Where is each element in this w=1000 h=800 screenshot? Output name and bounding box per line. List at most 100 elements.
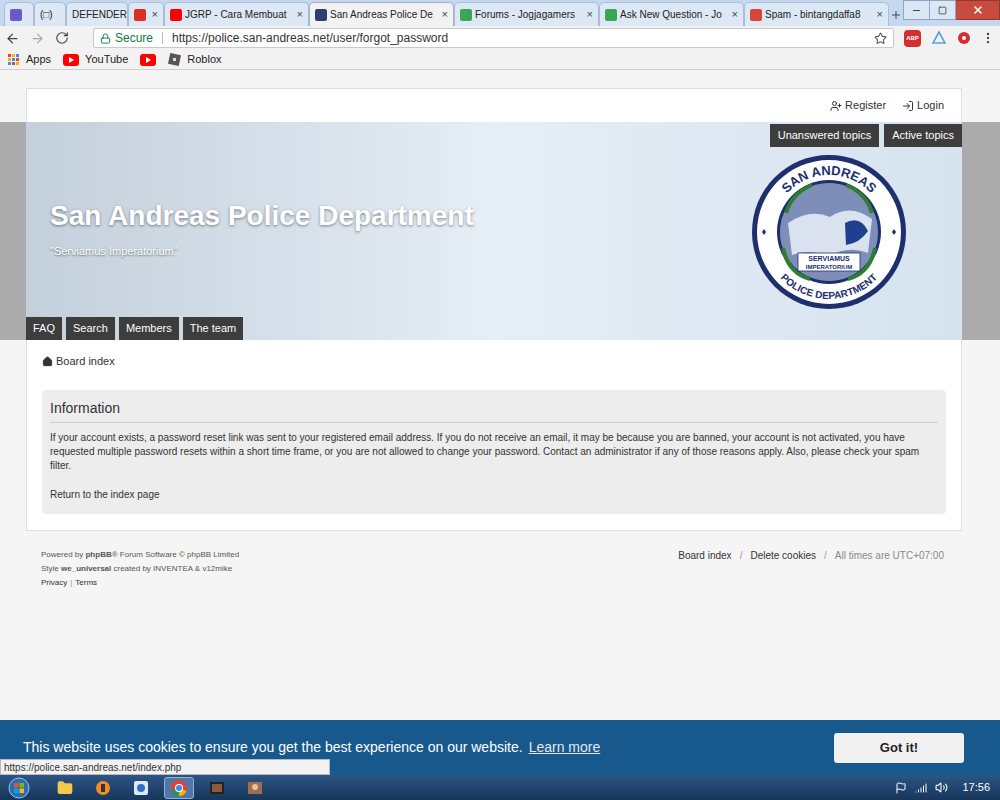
tab-close-button[interactable]: × <box>442 9 448 20</box>
home-icon <box>42 356 53 367</box>
extension-icon[interactable] <box>931 30 947 46</box>
window-controls <box>903 0 1000 20</box>
new-tab-button[interactable] <box>889 4 903 26</box>
browser-tab[interactable]: San Andreas Police De× <box>309 2 454 26</box>
tab-favicon-icon <box>170 9 182 21</box>
windows-orb-icon <box>8 777 30 799</box>
terms-link[interactable]: Terms <box>75 576 97 590</box>
browser-tab[interactable]: JGRP - Cara Membuat× <box>164 2 309 26</box>
fl-studio-icon <box>95 780 111 796</box>
back-icon[interactable] <box>5 31 20 46</box>
bookmark[interactable] <box>137 51 159 69</box>
extension-red-icon[interactable] <box>957 31 971 45</box>
action-center-icon[interactable] <box>895 782 907 794</box>
menu-icon[interactable] <box>981 31 995 45</box>
browser-tab[interactable]: (□) <box>34 2 66 26</box>
tab-title: DEFENDER <box>72 7 122 22</box>
taskbar-app[interactable] <box>88 777 118 799</box>
nav-button[interactable]: Search <box>66 317 115 340</box>
login-icon <box>902 100 914 112</box>
site-motto: "Serviamus Imperatorium" <box>50 243 474 260</box>
web-page: Register Login Unanswered topicsActive top… <box>0 70 1000 775</box>
register-link[interactable]: Register <box>830 97 886 114</box>
network-icon[interactable] <box>915 782 927 794</box>
return-link[interactable]: Return to the index page <box>50 487 938 502</box>
browser-tab[interactable]: DEFENDER <box>66 2 128 26</box>
media-icon <box>209 780 225 796</box>
abp-extension[interactable]: ABP <box>904 30 921 47</box>
minimize-button[interactable] <box>903 0 930 20</box>
bookmark[interactable]: Roblox <box>165 51 224 69</box>
tab-close-button[interactable]: × <box>732 9 738 20</box>
roblox-icon <box>168 53 181 66</box>
nav-button[interactable]: FAQ <box>26 317 62 340</box>
bookmarks-bar: Apps YouTube Roblox <box>0 50 1000 70</box>
reload-icon[interactable] <box>55 31 69 45</box>
content-box: Board index InformationIf your account ex… <box>26 340 962 531</box>
maximize-button[interactable] <box>930 0 956 20</box>
breadcrumb[interactable]: Board index <box>42 353 946 369</box>
tab-title: Forums - Jogjagamers <box>475 7 584 22</box>
address-divider <box>162 32 163 44</box>
browser-tab[interactable]: Forums - Jogjagamers× <box>454 2 599 26</box>
tab-favicon-icon <box>134 9 146 21</box>
taskbar-app[interactable] <box>126 777 156 799</box>
tab-close-button[interactable]: × <box>152 9 158 20</box>
learn-more-link[interactable]: Learn more <box>529 737 601 758</box>
tab-close-button[interactable]: × <box>877 9 883 20</box>
tab-favicon-icon <box>605 9 617 21</box>
start-button[interactable] <box>6 777 32 799</box>
address-bar[interactable]: Securehttps://police.san-andreas.net/use… <box>93 28 894 48</box>
privacy-link[interactable]: Privacy <box>41 576 67 590</box>
quick-link-button[interactable]: Active topics <box>884 124 962 147</box>
toolbar: Securehttps://police.san-andreas.net/use… <box>0 26 1000 50</box>
style-credit: Style we_universal created by INVENTEA &… <box>41 562 239 576</box>
delete-cookies-link[interactable]: Delete cookies <box>750 548 816 563</box>
browser-tab[interactable]: Spam - bintangdaffa8× <box>744 2 889 26</box>
bookmark-star-icon[interactable] <box>874 32 887 45</box>
bookmark[interactable]: Apps <box>5 51 54 69</box>
svg-text:SERVIAMUS: SERVIAMUS <box>808 255 850 262</box>
screen: (□)DEFENDER×JGRP - Cara Membuat×San Andr… <box>0 0 1000 800</box>
login-link[interactable]: Login <box>902 97 944 114</box>
taskbar-app[interactable] <box>164 777 194 799</box>
youtube-icon <box>63 54 79 66</box>
powered-by: Powered by phpBB® Forum Software © phpBB… <box>41 548 239 562</box>
footer-board-index[interactable]: Board index <box>678 548 731 563</box>
bookmark-label: Apps <box>26 51 51 68</box>
taskbar-app[interactable] <box>240 777 270 799</box>
volume-icon[interactable] <box>935 781 948 794</box>
close-button[interactable] <box>956 0 1000 20</box>
footer-separator: / <box>824 548 827 563</box>
url: https://police.san-andreas.net/user/forg… <box>172 29 448 47</box>
maximize-icon <box>938 6 947 15</box>
browser-tab[interactable] <box>4 2 34 26</box>
clock[interactable]: 17:56 <box>962 779 990 796</box>
info-panel: InformationIf your account exists, a pas… <box>42 390 946 514</box>
svg-text:POLICE DEPARTMENT: POLICE DEPARTMENT <box>779 272 879 301</box>
got-it-button[interactable]: Got it! <box>834 733 964 763</box>
apps-grid-icon <box>8 54 20 66</box>
quick-link-button[interactable]: Unanswered topics <box>770 124 880 147</box>
banner: Unanswered topicsActive topicsSan Andrea… <box>26 122 962 340</box>
nav-button[interactable]: Members <box>119 317 179 340</box>
taskbar-app[interactable] <box>50 777 80 799</box>
bookmark[interactable]: YouTube <box>60 51 131 69</box>
bookmark-label: Roblox <box>187 51 221 68</box>
tab-close-button[interactable]: × <box>297 9 303 20</box>
nav-button[interactable]: The team <box>183 317 243 340</box>
tab-strip: (□)DEFENDER×JGRP - Cara Membuat×San Andr… <box>0 0 1000 26</box>
tab-title: Ask New Question - Jo <box>620 7 729 22</box>
browser-tab[interactable]: Ask New Question - Jo× <box>599 2 744 26</box>
close-icon <box>972 4 984 16</box>
footer: Powered by phpBB® Forum Software © phpBB… <box>41 548 944 590</box>
tab-close-button[interactable]: × <box>587 9 593 20</box>
taskbar-app[interactable] <box>202 777 232 799</box>
browser-tab[interactable]: × <box>128 2 164 26</box>
police-logo: SERVIAMUS IMPERATORIUM SAN ANDREAS POLICE D… <box>750 153 908 311</box>
svg-text:SAN ANDREAS: SAN ANDREAS <box>778 163 879 196</box>
youtube-icon <box>140 54 156 66</box>
forward-icon[interactable] <box>30 31 45 46</box>
tab-title: San Andreas Police De <box>330 7 439 22</box>
svg-text:IMPERATORIUM: IMPERATORIUM <box>806 264 852 270</box>
